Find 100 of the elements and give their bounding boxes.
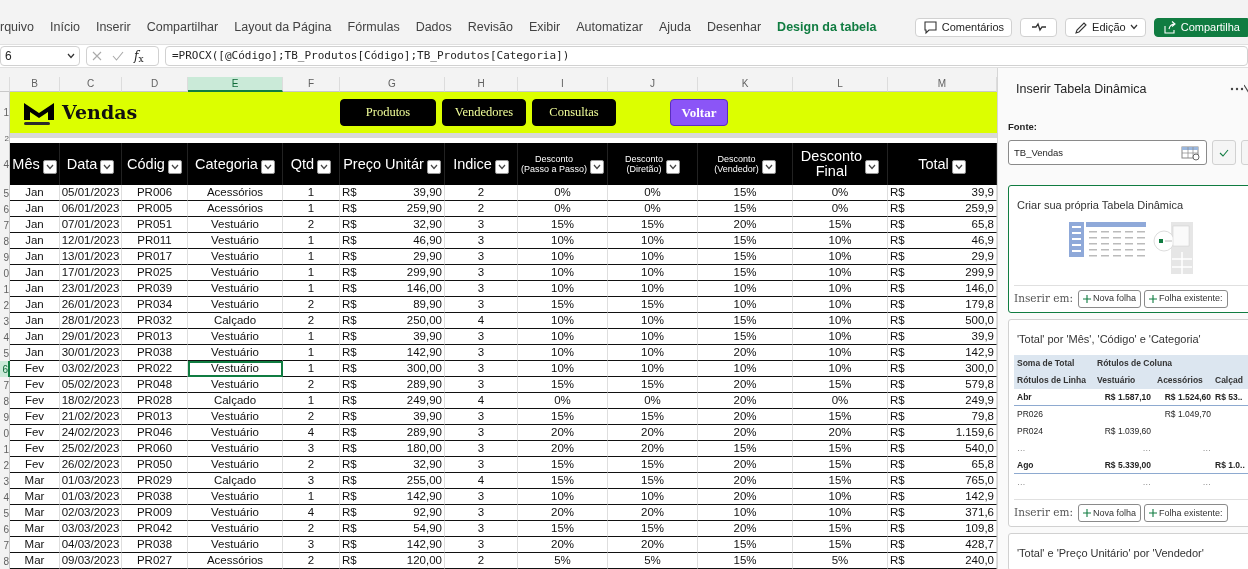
currency-symbol: R$ bbox=[342, 377, 357, 392]
table-cell: 579,8 bbox=[965, 377, 994, 392]
ribbon-tab[interactable]: Automatizar bbox=[568, 17, 651, 37]
row-header[interactable]: 1 bbox=[3, 105, 9, 120]
active-cell[interactable]: Vestuário bbox=[188, 361, 283, 377]
column-title: Data bbox=[66, 156, 98, 172]
caret-icon bbox=[429, 164, 438, 170]
more-icon[interactable] bbox=[1230, 87, 1244, 91]
source-field[interactable]: TB_Vendas bbox=[1008, 140, 1207, 166]
column-title: Códig bbox=[127, 156, 165, 172]
ribbon-tab[interactable]: Ajuda bbox=[650, 17, 699, 37]
filter-button[interactable] bbox=[260, 160, 275, 174]
filter-button[interactable] bbox=[761, 160, 776, 174]
currency-symbol: R$ bbox=[342, 489, 357, 504]
nav-button[interactable]: Produtos bbox=[340, 99, 436, 126]
column-header[interactable]: J bbox=[608, 77, 698, 92]
table-cell: 120,00 bbox=[406, 553, 442, 568]
column-title: Indice bbox=[453, 156, 492, 172]
ribbon-tab[interactable]: Compartilhar bbox=[138, 17, 227, 37]
insert-option-button[interactable]: Nova folha bbox=[1077, 289, 1141, 308]
column-title: Categoria bbox=[195, 156, 258, 172]
ribbon-tab[interactable]: Inserir bbox=[87, 17, 139, 37]
column-title: Desconto (Passo a Passo) bbox=[521, 154, 587, 174]
currency-symbol: R$ bbox=[890, 553, 905, 568]
row-header[interactable]: 2 bbox=[4, 133, 9, 143]
filter-button[interactable] bbox=[317, 160, 332, 174]
column-header[interactable]: D bbox=[122, 77, 188, 92]
share-button[interactable]: Compartilha bbox=[1153, 17, 1248, 37]
currency-symbol: R$ bbox=[890, 313, 905, 328]
filter-button[interactable] bbox=[494, 160, 509, 174]
editing-button[interactable]: Edição bbox=[1065, 17, 1146, 37]
name-box[interactable]: 6 bbox=[0, 46, 80, 66]
formula-field[interactable]: =PROCX([@Código];TB_Produtos[Código];TB_Produtos[Categoria]) bbox=[165, 46, 1248, 66]
row-header[interactable]: 6 bbox=[2, 361, 8, 377]
range-select-icon[interactable] bbox=[1181, 144, 1201, 161]
currency-symbol: R$ bbox=[890, 265, 905, 280]
currency-symbol: R$ bbox=[890, 281, 905, 296]
ribbon-tab[interactable]: Fórmulas bbox=[339, 17, 408, 37]
card-title: 'Total' por 'Mês', 'Código' e 'Categoria' bbox=[1016, 331, 1202, 347]
table-cell: 65,8 bbox=[971, 457, 994, 472]
ellipsis-text: … bbox=[1016, 476, 1027, 490]
table-cell: 32,90 bbox=[413, 457, 442, 472]
column-header[interactable]: M bbox=[888, 77, 997, 92]
caret-icon bbox=[954, 164, 963, 170]
currency-symbol: R$ bbox=[890, 457, 905, 472]
table-cell: 109,8 bbox=[965, 521, 994, 536]
filter-button[interactable] bbox=[590, 160, 604, 174]
filter-button[interactable] bbox=[426, 160, 441, 174]
check-icon[interactable] bbox=[112, 51, 124, 61]
back-button[interactable]: Voltar bbox=[670, 99, 728, 126]
table-cell: 179,8 bbox=[965, 297, 994, 312]
filter-button[interactable] bbox=[100, 160, 115, 174]
filter-button[interactable] bbox=[865, 160, 880, 174]
filter-button[interactable] bbox=[951, 160, 966, 174]
pivot-option-card[interactable] bbox=[1008, 318, 1248, 528]
column-header[interactable]: H bbox=[445, 77, 518, 92]
pivot-option-card[interactable]: 'Total' e 'Preço Unitário' por 'Vendedor' bbox=[1008, 533, 1248, 569]
nav-button[interactable]: Vendedores bbox=[442, 99, 526, 126]
table-cell: 299,9 bbox=[965, 265, 994, 280]
column-header[interactable]: G bbox=[340, 77, 445, 92]
ribbon-tab[interactable]: Layout da Página bbox=[226, 17, 340, 37]
ribbon-tab[interactable]: Exibir bbox=[520, 17, 569, 37]
nav-button[interactable]: Consultas bbox=[532, 99, 616, 126]
table-cell: 39,90 bbox=[413, 409, 442, 424]
column-header[interactable]: F bbox=[283, 77, 340, 92]
column-header[interactable]: B bbox=[10, 77, 60, 92]
filter-button[interactable] bbox=[167, 160, 182, 174]
ribbon-tab[interactable]: Design da tabela bbox=[769, 17, 885, 37]
ribbon-tab[interactable]: Dados bbox=[407, 17, 460, 37]
column-title: Desconto (Diretão) bbox=[625, 154, 663, 174]
table-cell: Mar bbox=[10, 553, 60, 569]
ellipsis-text: … bbox=[1201, 476, 1212, 490]
currency-symbol: R$ bbox=[890, 473, 905, 488]
table-cell: 39,9 bbox=[971, 329, 994, 344]
ribbon-tab[interactable]: Desenhar bbox=[698, 17, 770, 37]
table-cell: 5% bbox=[608, 553, 698, 569]
column-header[interactable]: L bbox=[793, 77, 888, 92]
pivot-cell-text: R$ 1.049,70 bbox=[1163, 408, 1212, 422]
insert-option-button[interactable]: Folha existente: bbox=[1144, 289, 1228, 308]
table-cell: 249,9 bbox=[965, 393, 994, 408]
function-button[interactable]: f$_{x}$ bbox=[134, 47, 144, 65]
pivot-option-card[interactable]: Criar sua própria Tabela Dinâmica Inserir em: Nova folha Folha existente: bbox=[1008, 185, 1248, 313]
column-header[interactable]: C bbox=[60, 77, 122, 92]
filter-button[interactable] bbox=[666, 160, 680, 174]
ellipsis-text: … bbox=[1141, 442, 1152, 456]
currency-symbol: R$ bbox=[342, 345, 357, 360]
insert-option-button[interactable]: Nova folha bbox=[1077, 504, 1141, 523]
filter-button[interactable] bbox=[42, 160, 57, 174]
ribbon-tab[interactable]: Início bbox=[42, 17, 88, 37]
comments-button[interactable]: Comentários bbox=[914, 17, 1013, 37]
column-header[interactable]: I bbox=[518, 77, 608, 92]
column-header[interactable]: E bbox=[188, 77, 283, 92]
ribbon-tab[interactable]: Revisão bbox=[459, 17, 521, 37]
insert-option-button[interactable]: Folha existente: bbox=[1144, 504, 1228, 523]
column-title: Qtd bbox=[290, 156, 315, 172]
currency-symbol: R$ bbox=[890, 361, 905, 376]
column-header[interactable]: K bbox=[698, 77, 793, 92]
activity-button[interactable] bbox=[1020, 17, 1058, 37]
ribbon-tab[interactable]: rquivo bbox=[0, 17, 43, 37]
table-cell: 39,90 bbox=[413, 185, 442, 200]
